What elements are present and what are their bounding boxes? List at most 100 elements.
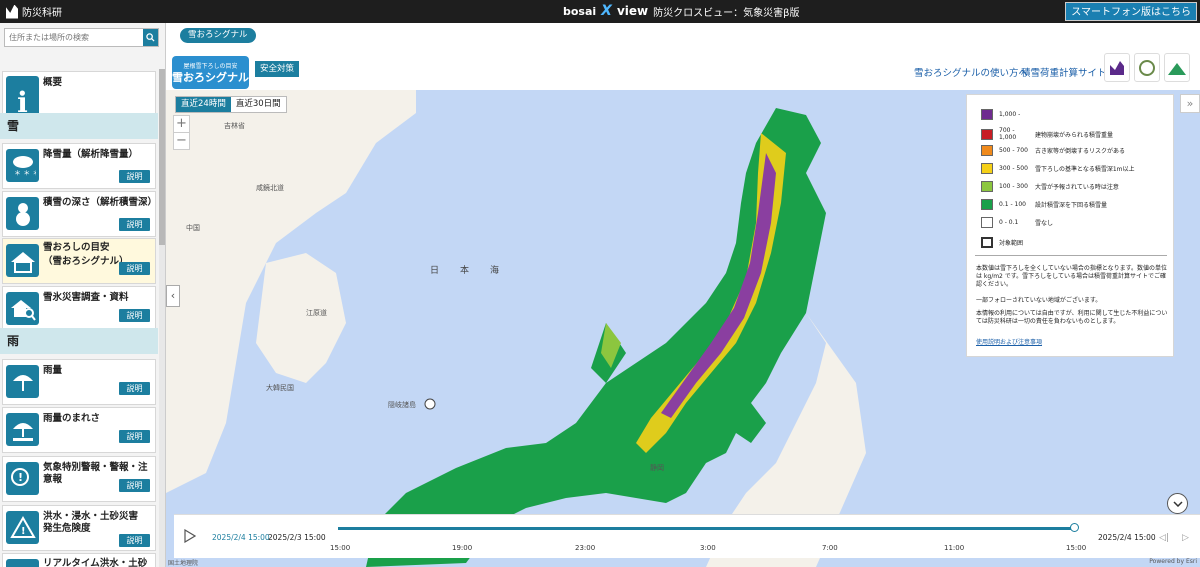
menu-item-flood-landslide-risk[interactable]: ! 洪水・浸水・土砂災害 発生危険度 説明 — [2, 505, 156, 551]
time-track[interactable] — [338, 527, 1074, 530]
end-time: 2025/2/4 15:00 — [1098, 533, 1156, 542]
signal-pill[interactable]: 雪おろシグナル — [180, 28, 256, 43]
period-tabs: 直近24時間 直近30日間 — [175, 96, 287, 113]
smartphone-version-button[interactable]: スマートフォン版はこちら — [1065, 2, 1197, 21]
description-button[interactable]: 説明 — [119, 170, 150, 183]
menu-item-snow-removal-signal[interactable]: 雪おろしの目安 （雪おろシグナル） 説明 — [2, 238, 156, 284]
roof-snow-icon — [6, 244, 39, 277]
collapse-sidebar-button[interactable]: ‹ — [166, 285, 180, 307]
play-icon — [184, 528, 197, 544]
menu-item-label: 降雪量（解析降雪量） — [43, 149, 139, 160]
realtime-icon — [6, 559, 39, 567]
step-back-button[interactable]: ◁| — [1159, 533, 1169, 543]
search-icon — [146, 33, 155, 42]
sidebar-scrollbar[interactable] — [159, 69, 165, 567]
map-label: 江原道 — [306, 309, 327, 317]
time-slider-handle[interactable] — [1070, 523, 1079, 532]
toggle-timebar-button[interactable] — [1167, 493, 1188, 514]
org-name: 防災科研 — [22, 8, 62, 19]
time-tick: 15:00 — [330, 544, 351, 552]
legend-note: 本数値は雪下ろしを全くしていない場合の指標となります。数値の単位は kg/m2 … — [976, 265, 1168, 288]
brand-x: X — [601, 3, 612, 19]
scrollbar-thumb[interactable] — [159, 69, 165, 245]
map-area[interactable]: 吉林省 咸鏡北道 中国 江原道 大韓民国 日 本 海 隠岐諸島 静岡 雪おろシグ… — [166, 23, 1200, 567]
description-button[interactable]: 説明 — [119, 430, 150, 443]
signal-logo-big: 雪おろシグナル — [172, 71, 249, 84]
current-time: 2025/2/4 15:00 — [212, 533, 270, 542]
menu-item-label-line2: 発生危険度 — [43, 523, 91, 534]
menu-item-label-line1: 雪おろしの目安 — [43, 242, 110, 253]
legend-panel: 1,000 - 700 - 1,000 建物崩壊がみられる積雪重量 500 - … — [966, 94, 1174, 357]
search-input[interactable] — [5, 29, 143, 46]
menu-item-snow-depth[interactable]: 積雪の深さ（解析積雪深） 説明 — [2, 191, 158, 237]
partner-logo-icon[interactable] — [1164, 53, 1190, 82]
legend-swatch — [981, 128, 993, 140]
expand-panel-button[interactable]: » — [1180, 94, 1200, 113]
menu-item-label: 雨量のまれさ — [43, 413, 101, 424]
time-tick: 11:00 — [944, 544, 965, 552]
rare-rain-icon — [6, 413, 39, 446]
zoom-in-button[interactable]: + — [174, 116, 189, 132]
search-button[interactable] — [143, 29, 158, 46]
description-button[interactable]: 説明 — [119, 479, 150, 492]
usage-notes-link[interactable]: 使用説明および注意事項 — [976, 337, 1042, 346]
step-forward-icon: ▷ — [1182, 533, 1189, 543]
menu-item-rainfall-rarity[interactable]: 雨量のまれさ 説明 — [2, 407, 156, 453]
legend-row-target: 対象範囲 — [981, 237, 1023, 248]
menu-item-rainfall[interactable]: 雨量 説明 — [2, 359, 156, 405]
double-chevron-right-icon: » — [1186, 97, 1194, 110]
legend-swatch — [981, 109, 993, 120]
brand-view: view — [616, 4, 649, 18]
menu-item-label: リアルタイム洪水・土砂災害リスク — [43, 558, 148, 567]
description-button[interactable]: 説明 — [119, 382, 150, 395]
legend-range: 700 - 1,000 — [999, 127, 1017, 141]
legend-note: 本情報の利用については自由ですが、利用に関して生じた不利益については防災科研は一… — [976, 310, 1168, 325]
legend-swatch — [981, 163, 993, 174]
svg-text:＊ ＊ ＊: ＊ ＊ ＊ — [14, 169, 36, 177]
play-button[interactable] — [184, 528, 197, 546]
map-header: 雪おろシグナル 屋根雪下ろしの目安 雪おろシグナル 安全対策 雪おろシグナルの使… — [166, 23, 1200, 90]
zoom-out-button[interactable]: − — [174, 132, 189, 149]
site-title-group: bosai X view 防災クロスビュー：気象災害β版 — [563, 3, 800, 19]
tab-30d[interactable]: 直近30日間 — [231, 97, 286, 112]
description-button[interactable]: 説明 — [119, 218, 150, 231]
howto-link[interactable]: 雪おろシグナルの使い方へ — [914, 65, 1028, 79]
attribution-gsi: 国土地理院 — [168, 560, 199, 567]
time-tick: 19:00 — [452, 544, 473, 552]
attribution-esri: Powered by Esri — [1149, 558, 1197, 565]
section-snow: 雪 — [0, 113, 158, 139]
legend-range: 300 - 500 — [999, 165, 1028, 172]
sidebar: i 概要 説明 雪 ＊ ＊ ＊ 降雪量（解析降雪量） 説明 積雪の深さ（解析積雪… — [0, 23, 166, 567]
menu-item-label: 積雪の深さ（解析積雪深） — [43, 197, 158, 208]
tab-24h[interactable]: 直近24時間 — [176, 97, 231, 112]
step-forward-button[interactable]: ▷ — [1182, 533, 1189, 543]
svg-text:!: ! — [18, 471, 23, 484]
partner-seal-icon[interactable] — [1134, 53, 1160, 82]
nied-logo-icon[interactable] — [1104, 53, 1130, 82]
load-calc-link[interactable]: 積雪荷重計算サイトへ — [1021, 65, 1116, 79]
safety-measures-button[interactable]: 安全対策 — [255, 61, 300, 77]
zoom-control: + − — [173, 115, 190, 150]
menu-item-snowfall[interactable]: ＊ ＊ ＊ 降雪量（解析降雪量） 説明 — [2, 143, 156, 189]
sea-label: 日 本 海 — [430, 266, 506, 276]
org-logo[interactable]: 防災科研 — [6, 4, 62, 19]
legend-swatch — [981, 199, 993, 210]
legend-text: 古き家等が倒壊するリスクがある — [1035, 148, 1126, 155]
map-label: 吉林省 — [224, 122, 245, 130]
step-back-icon: ◁| — [1159, 533, 1169, 543]
legend-row: 100 - 300 大雪が予報されている時は注意 — [981, 181, 1119, 192]
menu-item-label: 雨量 — [43, 365, 63, 376]
menu-item-weather-warnings[interactable]: ! 気象特別警報・警報・注意報 説明 — [2, 456, 156, 502]
legend-text: 雪下ろしの基準となる積雪深1m以上 — [1035, 166, 1135, 173]
description-button[interactable]: 説明 — [119, 309, 150, 322]
target-swatch — [981, 237, 993, 248]
description-button[interactable]: 説明 — [119, 534, 150, 547]
legend-swatch — [981, 217, 993, 228]
svg-text:!: ! — [21, 526, 26, 537]
menu-item-realtime-flood-risk[interactable]: リアルタイム洪水・土砂災害リスク — [2, 553, 156, 567]
survey-icon — [6, 292, 39, 325]
description-button[interactable]: 説明 — [119, 262, 150, 275]
menu-item-snow-disaster-survey[interactable]: 雪氷災害調査・資料 説明 — [2, 286, 156, 332]
umbrella-icon — [6, 365, 39, 398]
time-tick: 3:00 — [700, 544, 716, 552]
